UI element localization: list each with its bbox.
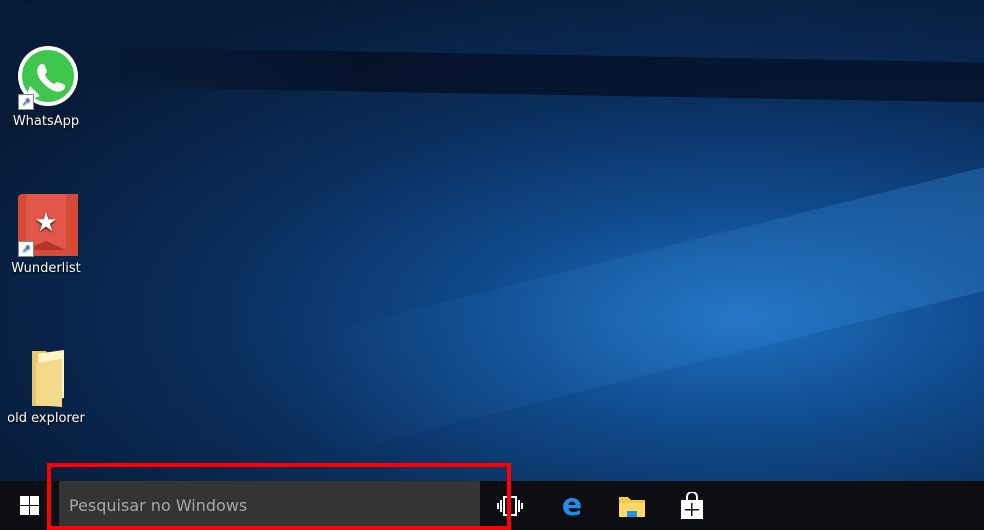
task-view-button[interactable] [486,481,534,530]
desktop-icon-wunderlist[interactable]: ★ ↗ Wunderlist [6,193,86,276]
desktop-icon-label: chrome [6,0,86,3]
store-icon [681,491,703,519]
search-placeholder: Pesquisar no Windows [69,496,248,515]
file-explorer-button[interactable] [608,481,656,530]
taskbar: Pesquisar no Windows e [0,481,984,530]
shortcut-arrow-icon: ↗ [18,241,34,257]
folder-icon [14,343,78,407]
desktop-icon-old-explorer[interactable]: old explorer [6,343,86,426]
whatsapp-icon: ↗ [14,46,78,110]
wallpaper-beam [59,46,984,104]
wunderlist-icon: ★ ↗ [14,193,82,257]
desktop-icon-label: WhatsApp [12,114,80,129]
shortcut-arrow-icon: ↗ [18,94,34,110]
windows-logo-icon [19,496,39,515]
edge-icon: e [561,487,583,523]
desktop-icon-label: Wunderlist [11,261,81,276]
file-explorer-icon [619,496,645,517]
wallpaper-beam [297,145,984,455]
edge-button[interactable]: e [548,481,596,530]
desktop-icon-whatsapp[interactable]: ↗ WhatsApp [6,46,86,129]
svg-text:★: ★ [34,208,57,238]
task-view-icon [497,495,523,516]
desktop-icon-chrome[interactable]: chrome [6,0,86,3]
store-button[interactable] [668,481,716,530]
start-button[interactable] [0,481,58,530]
desktop-icon-label: old explorer [7,411,85,426]
search-input[interactable]: Pesquisar no Windows [59,481,480,529]
